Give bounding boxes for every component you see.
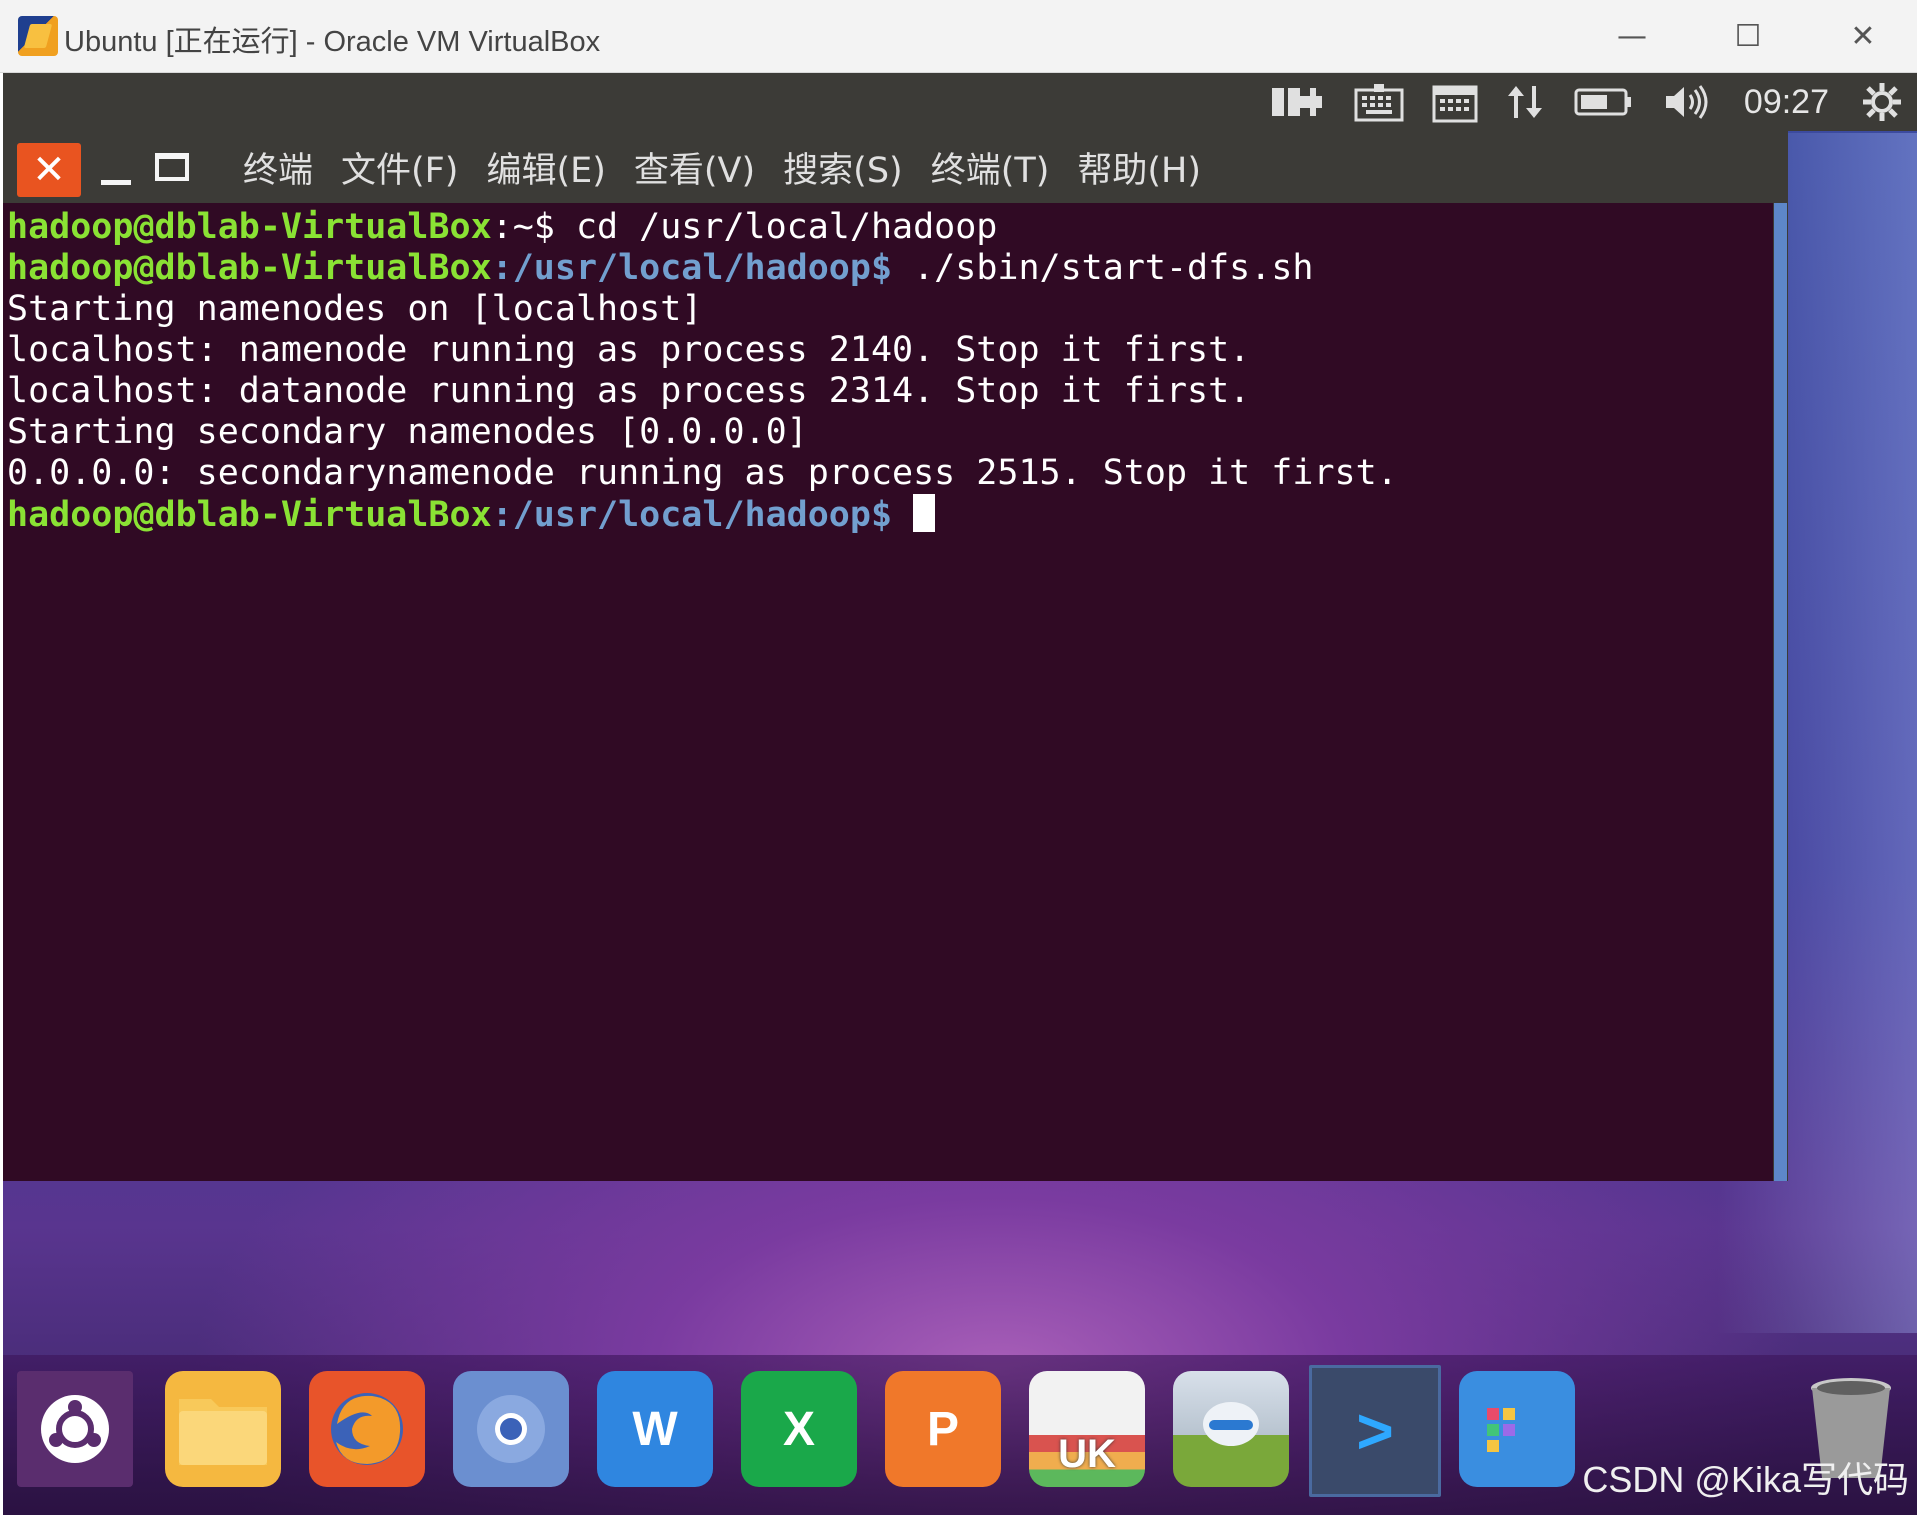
robot-app-icon[interactable] [1173, 1371, 1289, 1487]
ubuntu-dash-icon[interactable] [17, 1371, 133, 1487]
terminal-header: ✕ 终端 文件(F) 编辑(E) 查看(V) 搜索(S) 终端(T) 帮助(H) [3, 131, 1788, 203]
software-center-icon[interactable]: UK [1029, 1371, 1145, 1487]
keyboard-icon[interactable] [1340, 73, 1418, 131]
terminal-window[interactable]: ✕ 终端 文件(F) 编辑(E) 查看(V) 搜索(S) 终端(T) 帮助(H)… [3, 131, 1788, 1181]
volume-icon[interactable] [1648, 73, 1726, 131]
terminal-line: 0.0.0.0: secondarynamenode running as pr… [7, 453, 1398, 493]
terminal-scrollbar[interactable] [1773, 203, 1788, 1181]
chromium-icon[interactable] [453, 1371, 569, 1487]
host-titlebar: Ubuntu [正在运行] - Oracle VM VirtualBox — ☐… [0, 0, 1917, 73]
maximize-button[interactable]: ☐ [1703, 0, 1793, 72]
panel-clock[interactable]: 09:27 [1726, 83, 1847, 122]
excel-icon[interactable]: X [741, 1371, 857, 1487]
terminal-icon[interactable]: > [1309, 1365, 1441, 1497]
virtualbox-logo-icon [18, 16, 58, 56]
scrollbar-thumb[interactable] [1774, 203, 1787, 1181]
menu-help[interactable]: 帮助(H) [1077, 142, 1201, 193]
terminal-close-button[interactable]: ✕ [17, 143, 81, 197]
terminal-line: Starting secondary namenodes [0.0.0.0] [7, 412, 808, 452]
terminal-line: Starting namenodes on [localhost] [7, 289, 703, 329]
terminal-line: localhost: datanode running as process 2… [7, 371, 1251, 411]
window-title: Ubuntu [正在运行] - Oracle VM VirtualBox [64, 26, 601, 58]
gear-icon[interactable] [1847, 73, 1917, 131]
menu-edit[interactable]: 编辑(E) [486, 142, 605, 193]
powerpoint-icon[interactable]: P [885, 1371, 1001, 1487]
terminal-maximize-button[interactable] [155, 153, 189, 181]
firefox-icon[interactable] [309, 1371, 425, 1487]
unity-top-panel: 09:27 [3, 73, 1917, 131]
terminal-line: hadoop@dblab-VirtualBox:~$ cd /usr/local… [7, 207, 998, 247]
files-folder-icon[interactable] [165, 1371, 281, 1487]
close-button[interactable]: ✕ [1818, 0, 1908, 72]
terminal-cursor [913, 494, 936, 532]
menu-file[interactable]: 文件(F) [341, 142, 458, 193]
terminal-line: hadoop@dblab-VirtualBox:/usr/local/hadoo… [7, 494, 1773, 536]
minimize-button[interactable]: — [1587, 0, 1677, 72]
terminal-minimize-button[interactable] [93, 143, 139, 197]
network-icon[interactable] [1256, 73, 1340, 131]
watermark: CSDN @Kika写代码 [1582, 1459, 1909, 1500]
terminal-output[interactable]: hadoop@dblab-VirtualBox:~$ cd /usr/local… [3, 203, 1773, 1181]
menu-terminal-title: 终端 [243, 150, 314, 191]
calendar-icon[interactable] [1418, 73, 1492, 131]
terminal-line: localhost: namenode running as process 2… [7, 330, 1251, 370]
terminal-menubar: 终端 文件(F) 编辑(E) 查看(V) 搜索(S) 终端(T) 帮助(H) [243, 131, 1201, 203]
app-grid-icon[interactable] [1459, 1371, 1575, 1487]
word-icon[interactable]: W [597, 1371, 713, 1487]
vm-display[interactable]: 09:27 ✕ 终端 文件(F) 编辑(E) 查看(V) 搜索(S) 终端(T)… [3, 73, 1917, 1515]
menu-terminal[interactable]: 终端(T) [931, 142, 1050, 193]
menu-view[interactable]: 查看(V) [634, 142, 755, 193]
menu-search[interactable]: 搜索(S) [783, 142, 903, 193]
terminal-line: hadoop@dblab-VirtualBox:/usr/local/hadoo… [7, 248, 1314, 288]
battery-icon[interactable] [1560, 73, 1648, 131]
transfer-arrows-icon[interactable] [1492, 73, 1560, 131]
